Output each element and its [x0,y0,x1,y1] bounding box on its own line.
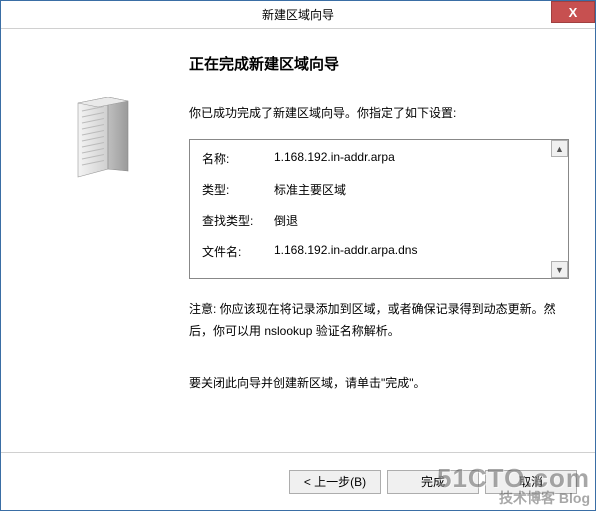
summary-intro-text: 你已成功完成了新建区域向导。你指定了如下设置: [189,104,569,121]
settings-summary-box: ▲ ▼ 名称: 1.168.192.in-addr.arpa 类型: 标准主要区… [189,139,569,279]
setting-label-name: 名称: [202,150,274,167]
titlebar: 新建区域向导 X [1,1,595,29]
scroll-down-button[interactable]: ▼ [551,261,568,278]
setting-label-type: 类型: [202,181,274,198]
scroll-up-button[interactable]: ▲ [551,140,568,157]
closing-instruction: 要关闭此向导并创建新区域，请单击"完成"。 [189,374,569,391]
setting-label-lookup: 查找类型: [202,212,274,229]
back-button[interactable]: < 上一步(B) [289,470,381,494]
page-heading: 正在完成新建区域向导 [189,53,569,74]
close-icon: X [569,5,578,20]
server-tower-icon [68,97,138,179]
window-title: 新建区域向导 [262,6,334,23]
cancel-button[interactable]: 取消 [485,470,577,494]
setting-row-lookup: 查找类型: 倒退 [202,212,556,229]
setting-row-name: 名称: 1.168.192.in-addr.arpa [202,150,556,167]
content-area: 正在完成新建区域向导 你已成功完成了新建区域向导。你指定了如下设置: ▲ ▼ 名… [1,29,595,452]
close-button[interactable]: X [551,1,595,23]
chevron-down-icon: ▼ [555,265,564,275]
setting-row-file: 文件名: 1.168.192.in-addr.arpa.dns [202,243,556,260]
button-bar: < 上一步(B) 完成 取消 [1,452,595,510]
setting-row-type: 类型: 标准主要区域 [202,181,556,198]
setting-value-type: 标准主要区域 [274,181,556,198]
finish-button[interactable]: 完成 [387,470,479,494]
setting-value-lookup: 倒退 [274,212,556,229]
main-panel: 正在完成新建区域向导 你已成功完成了新建区域向导。你指定了如下设置: ▲ ▼ 名… [183,43,573,442]
wizard-window: 新建区域向导 X [0,0,596,511]
setting-value-file: 1.168.192.in-addr.arpa.dns [274,243,556,260]
setting-value-name: 1.168.192.in-addr.arpa [274,150,556,167]
setting-label-file: 文件名: [202,243,274,260]
note-text: 注意: 你应该现在将记录添加到区域，或者确保记录得到动态更新。然后，你可以用 n… [189,299,569,342]
chevron-up-icon: ▲ [555,144,564,154]
sidebar-graphic-area [23,43,183,442]
